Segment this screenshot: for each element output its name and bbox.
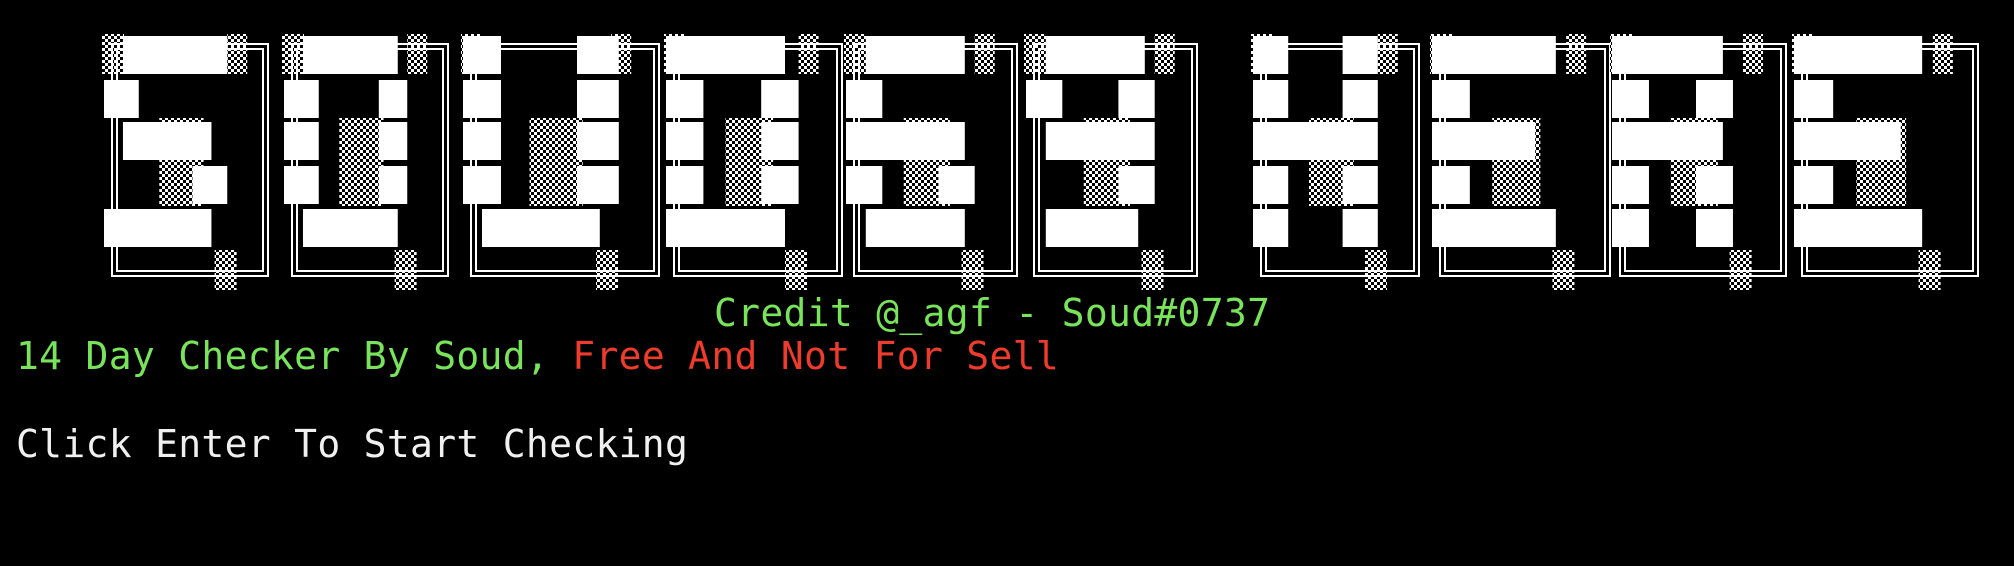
start-prompt-text: Click Enter To Start Checking — [16, 422, 689, 466]
terminal-window: Credit @_agf - Soud#0737 14 Day Checker … — [0, 0, 2014, 566]
credit-text: Credit @_agf - Soud#0737 — [714, 291, 1271, 335]
info-line: 14 Day Checker By Soud, Free And Not For… — [16, 334, 1059, 378]
ascii-art-banner — [102, 34, 1979, 290]
free-notice-text: Free And Not For Sell — [572, 334, 1060, 378]
checker-title-text: 14 Day Checker By Soud, — [16, 334, 573, 378]
